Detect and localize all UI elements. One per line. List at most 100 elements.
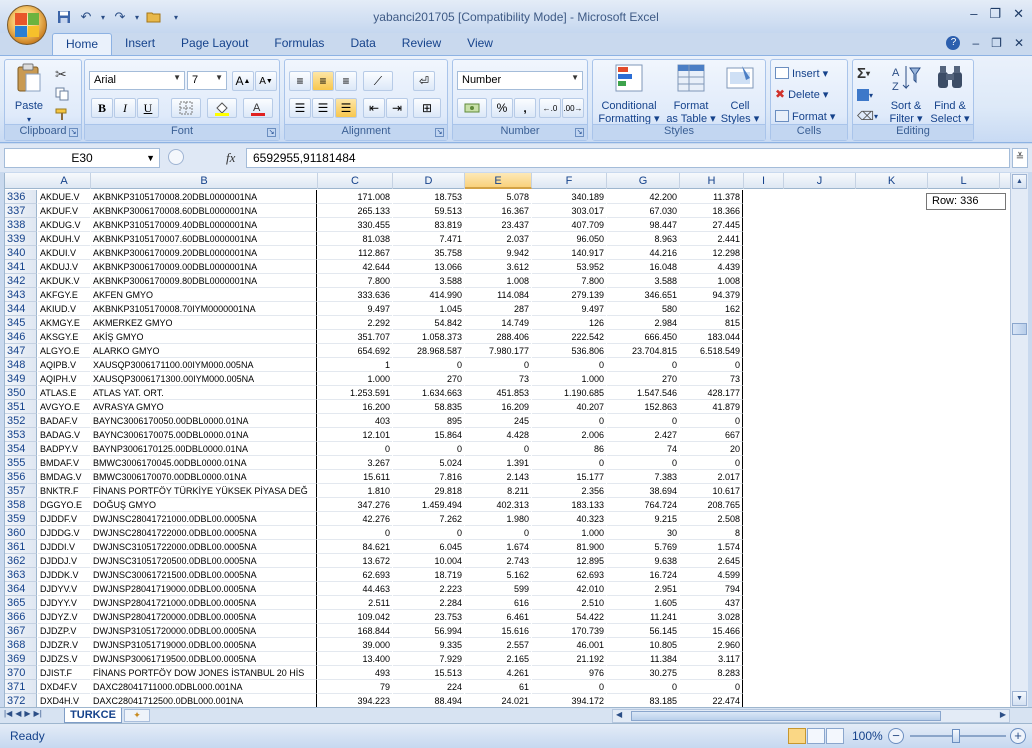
cell-e[interactable]: 1.391 (465, 456, 531, 470)
cell-d[interactable]: 54.842 (393, 316, 464, 330)
cell-f[interactable]: 7.800 (532, 274, 606, 288)
cell-c[interactable]: 12.101 (318, 428, 392, 442)
cell-h[interactable]: 2.441 (680, 232, 743, 246)
cell-c[interactable]: 2.292 (318, 316, 392, 330)
wrap-text-button[interactable]: ⏎ (413, 71, 435, 91)
cell-h[interactable]: 15.466 (680, 624, 743, 638)
cell-f[interactable]: 42.010 (532, 582, 606, 596)
cell-h[interactable]: 2.960 (680, 638, 743, 652)
cell-h[interactable]: 1.008 (680, 274, 743, 288)
column-header-a[interactable]: A (38, 173, 91, 189)
cell-g[interactable]: 9.638 (607, 554, 679, 568)
row-header[interactable]: 353 (5, 428, 37, 442)
format-as-table-button[interactable]: Format as Table ▾ (665, 62, 717, 126)
cell-g[interactable]: 23.704.815 (607, 344, 679, 358)
formula-input[interactable]: 6592955,91181484 (246, 148, 1010, 168)
cell-d[interactable]: 895 (393, 414, 464, 428)
sheet-tab-turkce[interactable]: TURKCE (64, 708, 122, 723)
cell-c[interactable]: 7.800 (318, 274, 392, 288)
cell-h[interactable]: 2.017 (680, 470, 743, 484)
cell-f[interactable]: 40.323 (532, 512, 606, 526)
row-header[interactable]: 370 (5, 666, 37, 680)
cell-c[interactable]: 394.223 (318, 694, 392, 707)
horizontal-scroll-thumb[interactable] (631, 711, 941, 721)
cell-e[interactable]: 616 (465, 596, 531, 610)
workbook-close-button[interactable]: ✕ (1014, 36, 1024, 50)
tab-view[interactable]: View (454, 33, 506, 55)
cell-f[interactable]: 976 (532, 666, 606, 680)
row-header[interactable]: 361 (5, 540, 37, 554)
comma-button[interactable]: , (514, 98, 536, 118)
row-header[interactable]: 347 (5, 344, 37, 358)
cell-f[interactable]: 170.739 (532, 624, 606, 638)
cell-e[interactable]: 4.428 (465, 428, 531, 442)
cell-d[interactable]: 414.990 (393, 288, 464, 302)
align-bottom-button[interactable]: ≡ (335, 71, 357, 91)
cell-g[interactable]: 7.383 (607, 470, 679, 484)
cell-h[interactable]: 1.574 (680, 540, 743, 554)
cell-f[interactable]: 183.133 (532, 498, 606, 512)
cell-e[interactable]: 23.437 (465, 218, 531, 232)
row-header[interactable]: 358 (5, 498, 37, 512)
cell-f[interactable]: 1.190.685 (532, 386, 606, 400)
cell-c[interactable]: 2.511 (318, 596, 392, 610)
cell-d[interactable]: 0 (393, 358, 464, 372)
cell-b[interactable]: XAUSQP3006171300.00IYM000.005NA (91, 372, 317, 386)
cell-b[interactable]: DWJNSC30061721500.0DBL00.0005NA (91, 568, 317, 582)
cell-g[interactable]: 38.694 (607, 484, 679, 498)
cell-d[interactable]: 29.818 (393, 484, 464, 498)
cell-b[interactable]: XAUSQP3006171100.00IYM000.005NA (91, 358, 317, 372)
cell-e[interactable]: 16.367 (465, 204, 531, 218)
cell-f[interactable]: 62.693 (532, 568, 606, 582)
align-center-button[interactable]: ☰ (312, 98, 334, 118)
cell-h[interactable]: 2.508 (680, 512, 743, 526)
cell-e[interactable]: 114.084 (465, 288, 531, 302)
cell-h[interactable]: 94.379 (680, 288, 743, 302)
cell-b[interactable]: DWJNSP31051720000.0DBL00.0005NA (91, 624, 317, 638)
cell-b[interactable]: DOĞUŞ GMYO (91, 498, 317, 512)
clear-button[interactable]: ⌫ ▾ (857, 106, 878, 126)
cell-e[interactable]: 24.021 (465, 694, 531, 707)
cell-f[interactable]: 536.806 (532, 344, 606, 358)
cell-a[interactable]: DJDDG.V (38, 526, 90, 540)
cell-d[interactable]: 23.753 (393, 610, 464, 624)
cell-f[interactable]: 46.001 (532, 638, 606, 652)
row-header[interactable]: 354 (5, 442, 37, 456)
cell-c[interactable]: 654.692 (318, 344, 392, 358)
cell-h[interactable]: 815 (680, 316, 743, 330)
increase-indent-button[interactable]: ⇥ (386, 98, 408, 118)
cell-d[interactable]: 58.835 (393, 400, 464, 414)
cell-e[interactable]: 4.261 (465, 666, 531, 680)
cell-c[interactable]: 79 (318, 680, 392, 694)
cell-f[interactable]: 53.952 (532, 260, 606, 274)
font-size-select[interactable]: 7 ▼ (187, 71, 227, 90)
cell-d[interactable]: 13.066 (393, 260, 464, 274)
cell-h[interactable]: 4.439 (680, 260, 743, 274)
tab-page-layout[interactable]: Page Layout (168, 33, 261, 55)
row-header[interactable]: 346 (5, 330, 37, 344)
cell-d[interactable]: 3.588 (393, 274, 464, 288)
cell-g[interactable]: 0 (607, 358, 679, 372)
cell-b[interactable]: AKBNKP3105170007.60DBL0000001NA (91, 232, 317, 246)
cell-h[interactable]: 27.445 (680, 218, 743, 232)
row-header[interactable]: 344 (5, 302, 37, 316)
cell-c[interactable]: 1.810 (318, 484, 392, 498)
cell-h[interactable]: 11.378 (680, 190, 743, 204)
cut-button[interactable]: ✂ (55, 64, 67, 84)
cell-d[interactable]: 0 (393, 442, 464, 456)
decrease-decimal-button[interactable]: .00→ (562, 98, 584, 118)
cell-b[interactable]: AKBNKP3006170009.20DBL0000001NA (91, 246, 317, 260)
cell-h[interactable]: 0 (680, 456, 743, 470)
cell-a[interactable]: BMDAF.V (38, 456, 90, 470)
zoom-out-icon[interactable]: − (888, 728, 904, 744)
cell-c[interactable]: 84.621 (318, 540, 392, 554)
cell-e[interactable]: 61 (465, 680, 531, 694)
cell-d[interactable]: 88.494 (393, 694, 464, 707)
cell-h[interactable]: 8.283 (680, 666, 743, 680)
row-header[interactable]: 343 (5, 288, 37, 302)
cell-c[interactable]: 171.008 (318, 190, 392, 204)
cell-g[interactable]: 5.769 (607, 540, 679, 554)
cell-g[interactable]: 67.030 (607, 204, 679, 218)
row-header[interactable]: 364 (5, 582, 37, 596)
cell-g[interactable]: 10.805 (607, 638, 679, 652)
